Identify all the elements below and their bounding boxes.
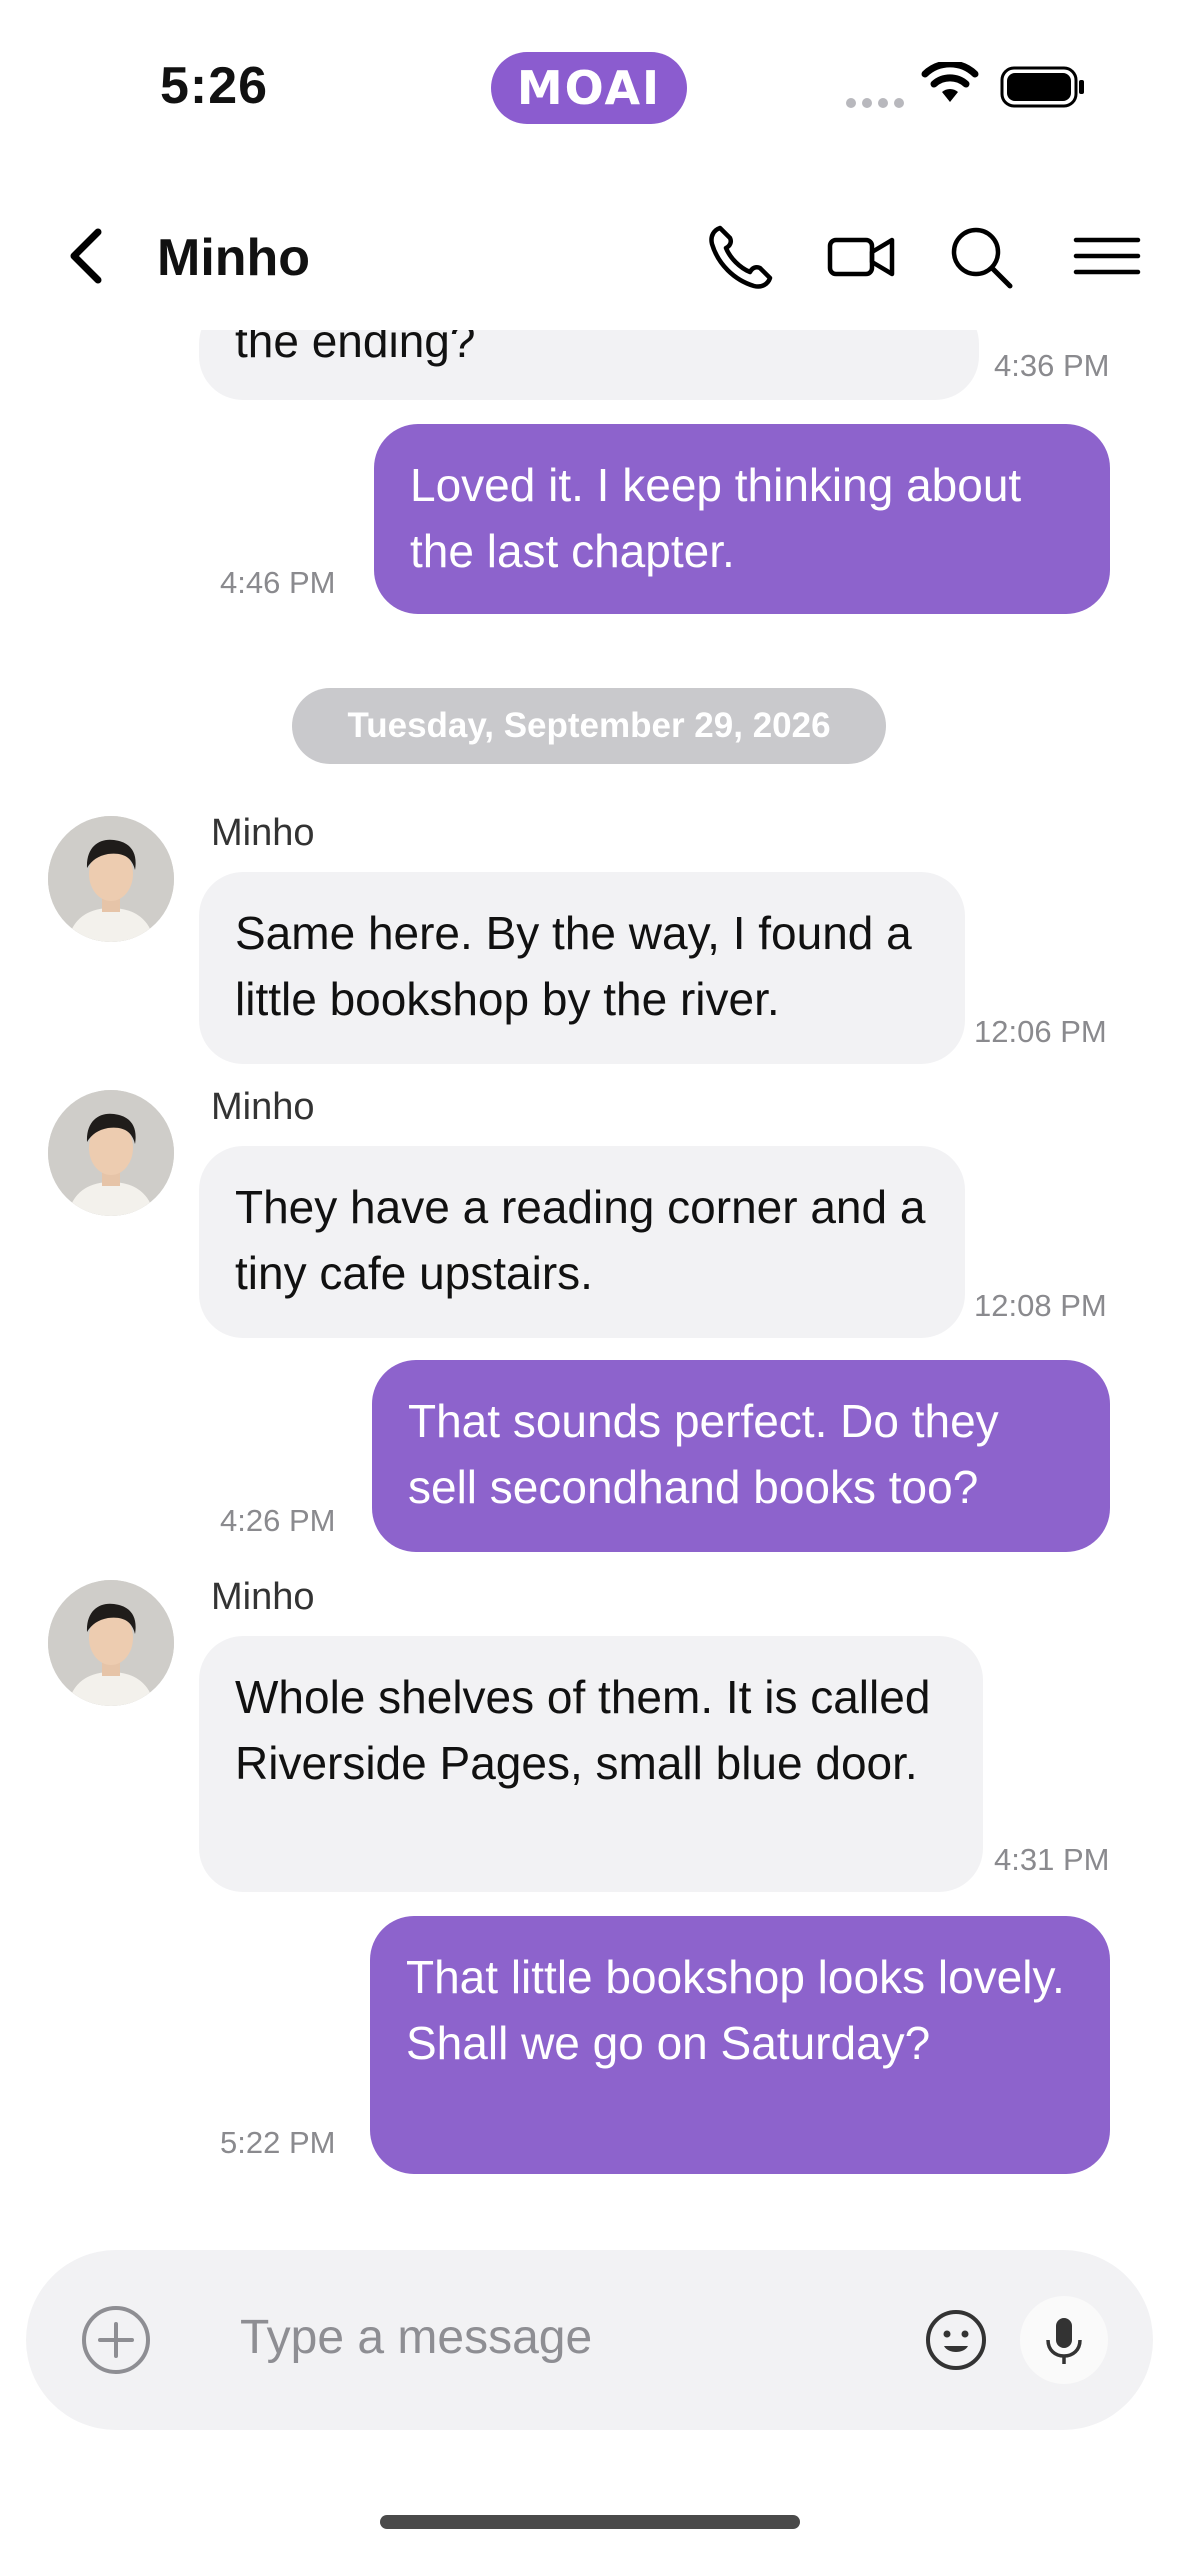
video-call-icon[interactable]	[826, 222, 896, 292]
message-composer: Type a message	[26, 2250, 1153, 2430]
microphone-button[interactable]	[1020, 2296, 1108, 2384]
avatar[interactable]	[48, 1090, 174, 1216]
phone-icon[interactable]	[706, 222, 776, 292]
message-bubble-outgoing[interactable]: That sounds perfect. Do they sell second…	[372, 1360, 1110, 1552]
message-timestamp: 4:31 PM	[994, 1842, 1110, 1877]
message-list[interactable]: the ending? 4:36 PM 4:46 PM Loved it. I …	[0, 330, 1179, 2230]
emoji-icon[interactable]	[924, 2308, 988, 2372]
back-chevron-icon[interactable]	[62, 226, 112, 286]
app-badge: MOAI	[491, 52, 687, 124]
status-time: 5:26	[160, 57, 269, 115]
signal-dots-icon	[846, 95, 910, 113]
message-bubble-incoming[interactable]: They have a reading corner and a tiny ca…	[199, 1146, 965, 1338]
avatar-image	[48, 1580, 174, 1706]
message-bubble-incoming[interactable]: the ending?	[199, 330, 979, 400]
sender-name: Minho	[211, 1086, 315, 1128]
message-timestamp: 4:36 PM	[994, 348, 1110, 383]
message-timestamp: 12:06 PM	[974, 1014, 1107, 1049]
message-text: the ending?	[235, 330, 476, 367]
avatar[interactable]	[48, 816, 174, 942]
sender-name: Minho	[211, 812, 315, 854]
message-timestamp: 4:26 PM	[220, 1503, 336, 1538]
message-timestamp: 5:22 PM	[220, 2125, 336, 2160]
avatar-image	[48, 816, 174, 942]
message-timestamp: 12:08 PM	[974, 1288, 1107, 1323]
message-text: Same here. By the way, I found a little …	[235, 907, 912, 1025]
date-separator: Tuesday, September 29, 2026	[292, 688, 886, 764]
search-icon[interactable]	[946, 222, 1016, 292]
avatar[interactable]	[48, 1580, 174, 1706]
message-text: Whole shelves of them. It is called Rive…	[235, 1671, 931, 1789]
message-text: They have a reading corner and a tiny ca…	[235, 1181, 926, 1299]
message-bubble-incoming[interactable]: Same here. By the way, I found a little …	[199, 872, 965, 1064]
message-input[interactable]: Type a message	[240, 2310, 592, 2365]
menu-icon[interactable]	[1072, 222, 1142, 292]
home-indicator[interactable]	[380, 2515, 800, 2529]
wifi-icon	[921, 62, 979, 102]
message-text: That sounds perfect. Do they sell second…	[408, 1395, 999, 1513]
chat-header: Minho	[0, 200, 1179, 330]
add-attachment-icon[interactable]	[80, 2304, 152, 2376]
avatar-image	[48, 1090, 174, 1216]
message-timestamp: 4:46 PM	[220, 565, 336, 600]
message-bubble-outgoing[interactable]: Loved it. I keep thinking about the last…	[374, 424, 1110, 614]
status-bar: 5:26 MOAI	[0, 0, 1179, 170]
microphone-icon	[1046, 2318, 1082, 2364]
battery-icon	[1000, 66, 1084, 108]
sender-name: Minho	[211, 1576, 315, 1618]
contact-name[interactable]: Minho	[157, 228, 310, 288]
message-bubble-outgoing[interactable]: That little bookshop looks lovely. Shall…	[370, 1916, 1110, 2174]
message-text: That little bookshop looks lovely. Shall…	[406, 1951, 1065, 2069]
message-text: Loved it. I keep thinking about the last…	[410, 459, 1022, 577]
message-bubble-incoming[interactable]: Whole shelves of them. It is called Rive…	[199, 1636, 983, 1892]
